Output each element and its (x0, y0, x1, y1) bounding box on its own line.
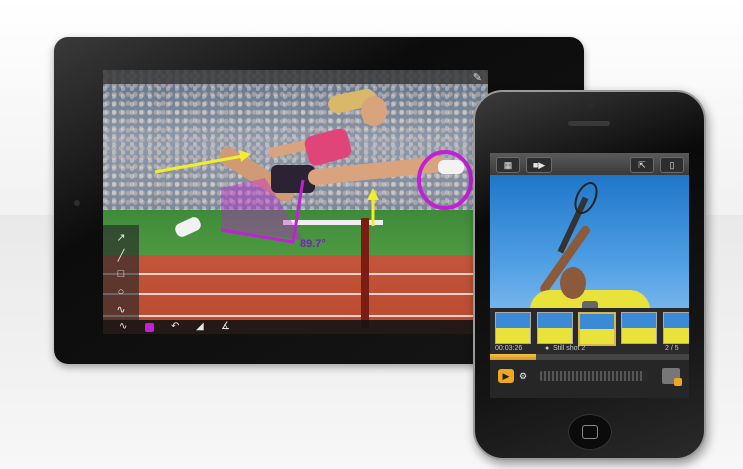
ipad-camera (74, 200, 80, 206)
iphone-speaker (568, 121, 610, 126)
arrow-head-icon (239, 150, 251, 162)
undo-icon[interactable]: ↶ (171, 320, 179, 334)
still-shot-thumbnail[interactable] (537, 312, 573, 344)
still-shot-strip: 00:03:26 ● Still shot 2 2 / 5 (490, 308, 689, 354)
angle-icon[interactable]: ∡ (221, 320, 230, 334)
ipad-bottom-toolbar: ∿ ↶ ◢ ∡ (103, 320, 488, 334)
line-icon[interactable]: ╱ (113, 249, 129, 263)
still-shot-thumbnail[interactable] (663, 312, 689, 344)
trash-icon[interactable]: ▯ (660, 157, 684, 173)
playback-progress-fill (490, 354, 536, 360)
player-head (560, 267, 586, 299)
camera-icon: ● (545, 345, 550, 352)
clip-badge (674, 378, 682, 386)
jog-wheel-scrubber[interactable] (540, 371, 644, 381)
freehand-icon[interactable]: ∿ (113, 303, 129, 317)
iphone-screen: ▦ ■▶ ⇱ ▯ 00:03:26 ● Still shot 2 2 / 5 ▶… (490, 153, 689, 398)
iphone-playback-bar: ▶ ⚙ (490, 354, 689, 398)
still-shot-thumbnail[interactable] (621, 312, 657, 344)
curve-icon[interactable]: ∿ (119, 320, 127, 334)
ipad-screen: 89.7° ✎ ↗ ╱ □ ○ ∿ ∿ ↶ ◢ ∡ (103, 70, 488, 334)
clip-icon[interactable] (662, 368, 682, 386)
play-icon[interactable]: ▶ (498, 369, 514, 383)
still-shot-thumbnail[interactable] (495, 312, 531, 344)
arrow-head-icon (367, 188, 379, 200)
circle-icon[interactable]: ○ (113, 285, 129, 299)
color-swatch[interactable] (145, 323, 154, 332)
arrow-icon[interactable]: ↗ (113, 231, 129, 245)
home-square-icon (582, 425, 598, 439)
share-icon[interactable]: ⇱ (630, 157, 654, 173)
annotation-overlay[interactable] (103, 70, 488, 334)
eraser-icon[interactable]: ◢ (196, 320, 204, 334)
drawing-tool-rail: ↗ ╱ □ ○ ∿ (103, 225, 139, 320)
shot-count: 2 / 5 (665, 345, 679, 352)
settings-gear-icon[interactable]: ⚙ (519, 369, 527, 383)
rectangle-icon[interactable]: □ (113, 267, 129, 281)
playback-progress[interactable] (490, 354, 689, 360)
pencil-icon[interactable]: ✎ (473, 71, 482, 84)
iphone-top-toolbar: ▦ ■▶ ⇱ ▯ (490, 153, 689, 175)
ipad-top-bar: ✎ (103, 70, 488, 84)
timecode: 00:03:26 (495, 345, 523, 352)
grid-icon[interactable]: ▦ (496, 157, 520, 173)
video-camera-icon[interactable]: ■▶ (526, 157, 552, 173)
still-shot-label: Still shot 2 (553, 345, 586, 352)
angle-measurement-label: 89.7° (300, 238, 326, 250)
yellow-arrow-annotation (154, 154, 244, 174)
circle-annotation (417, 150, 473, 210)
still-shot-thumbnail-selected[interactable] (578, 312, 616, 346)
iphone-front-camera (588, 102, 594, 108)
